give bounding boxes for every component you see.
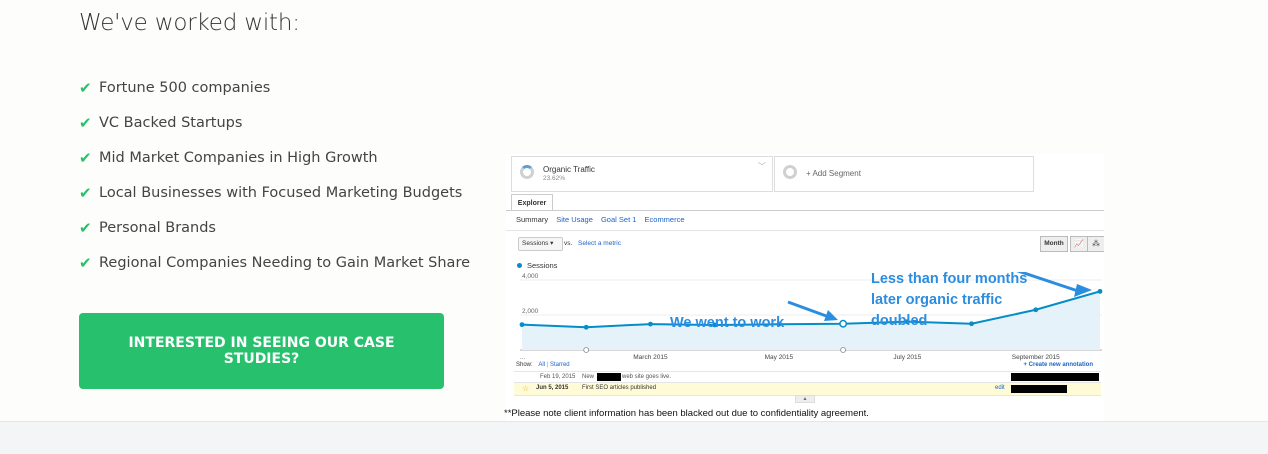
- checkmark-icon: ✔: [79, 218, 92, 237]
- segment-title: Organic Traffic: [543, 165, 595, 174]
- x-tick-label: March 2015: [633, 354, 668, 361]
- x-tick-ellipsis: ...: [520, 355, 525, 361]
- segment-percent: 23.62%: [543, 175, 566, 182]
- data-point: [839, 319, 848, 328]
- divider: [506, 230, 1104, 231]
- list-item: ✔ Personal Brands: [79, 210, 470, 245]
- list-item: ✔ Regional Companies Needing to Gain Mark…: [79, 245, 470, 280]
- vs-label: vs.: [564, 240, 573, 247]
- analytics-screenshot: Organic Traffic 23.62% ﹀ + Add Segment E…: [506, 154, 1104, 421]
- list-item-label: Personal Brands: [99, 219, 216, 236]
- segment-ring-icon: [783, 165, 797, 179]
- legend-label: Sessions: [527, 261, 558, 270]
- show-starred-link: Starred: [549, 362, 570, 368]
- subtab-site-usage: Site Usage: [556, 215, 593, 224]
- redacted-block: [1011, 373, 1099, 381]
- annotation-date: Feb 19, 2015: [540, 374, 576, 380]
- checkmark-icon: ✔: [79, 113, 92, 132]
- annotation-marker: [583, 347, 590, 353]
- list-item: ✔ Mid Market Companies in High Growth: [79, 140, 470, 175]
- tab-explorer: Explorer: [511, 194, 553, 211]
- subtab-ecommerce: Ecommerce: [644, 215, 685, 224]
- x-tick-label: May 2015: [765, 354, 794, 361]
- annotation-result-line2: later organic traffic: [871, 292, 1002, 308]
- sessions-area: [522, 291, 1100, 350]
- collapse-handle-icon: ▲: [795, 395, 815, 403]
- checkmark-icon: ✔: [79, 78, 92, 97]
- checkmark-icon: ✔: [79, 148, 92, 167]
- data-point: [519, 322, 525, 328]
- subtab-summary: Summary: [516, 215, 549, 224]
- explorer-subtabs: Summary Site Usage Goal Set 1 Ecommerce: [516, 215, 691, 224]
- list-item-label: Local Businesses with Focused Marketing …: [99, 184, 463, 201]
- show-label: Show:: [516, 362, 533, 368]
- segment-add: + Add Segment: [774, 156, 1034, 192]
- select-metric-link: Select a metric: [578, 240, 621, 247]
- annotation-date: Jun 5, 2015: [536, 385, 569, 391]
- star-icon: ☆: [522, 384, 530, 393]
- footer-band: [0, 421, 1268, 454]
- data-point: [1097, 288, 1103, 294]
- y-axis-ticks: 4,000 2,000: [522, 273, 539, 315]
- x-tick-label: September 2015: [1012, 354, 1060, 361]
- segment-organic-traffic: Organic Traffic 23.62% ﹀: [511, 156, 773, 192]
- annotation-result-line3: doubled: [871, 313, 927, 329]
- x-axis-ticks: March 2015 May 2015 July 2015 September 201…: [520, 354, 1060, 361]
- checkmark-icon: ✔: [79, 183, 92, 202]
- data-point: [583, 324, 589, 330]
- add-segment-label: + Add Segment: [806, 169, 861, 178]
- data-point: [969, 321, 974, 327]
- month-button: Month: [1040, 236, 1068, 252]
- annotation-text-post: web site goes live.: [622, 374, 672, 380]
- redacted-block: [597, 373, 621, 381]
- case-studies-button[interactable]: INTERESTED IN SEEING OUR CASE STUDIES?: [79, 313, 444, 389]
- annotation-we-went-to-work: We went to work: [670, 315, 785, 331]
- data-point: [1033, 307, 1039, 313]
- y-tick-label: 4,000: [522, 273, 539, 280]
- line-chart-icon: 📈: [1070, 236, 1088, 252]
- list-item-label: Mid Market Companies in High Growth: [99, 149, 378, 166]
- chevron-down-icon: ﹀: [758, 162, 766, 171]
- legend-dot: [517, 263, 522, 268]
- list-item: ✔ Local Businesses with Focused Marketing…: [79, 175, 470, 210]
- section-heading: We've worked with:: [79, 10, 300, 36]
- list-item-label: VC Backed Startups: [99, 114, 243, 131]
- annotation-text-pre: New: [582, 374, 595, 380]
- annotation-marker: [840, 347, 847, 353]
- subtab-goal-set: Goal Set 1: [600, 215, 637, 224]
- data-point: [648, 321, 653, 327]
- annotation-text: First SEO articles published: [582, 385, 657, 391]
- show-all-link: All: [538, 362, 546, 368]
- segment-ring-icon: [520, 165, 534, 179]
- annotation-row-highlighted: ☆ Jun 5, 2015 First SEO articles publish…: [514, 382, 1101, 396]
- annotation-edit-link: edit: [995, 385, 1005, 391]
- client-type-list: ✔ Fortune 500 companies ✔ VC Backed Startu…: [79, 70, 470, 280]
- list-item: ✔ Fortune 500 companies: [79, 70, 470, 105]
- metric-select: Sessions ▾: [518, 237, 563, 251]
- annotation-result-line1: Less than four months: [871, 272, 1027, 287]
- divider: [506, 210, 1104, 211]
- list-item-label: Regional Companies Needing to Gain Marke…: [99, 254, 471, 271]
- list-item: ✔ VC Backed Startups: [79, 105, 470, 140]
- create-annotation-link: + Create new annotation: [1023, 362, 1093, 368]
- redacted-block: [1011, 385, 1067, 393]
- list-item-label: Fortune 500 companies: [99, 79, 271, 96]
- y-tick-label: 2,000: [522, 308, 539, 315]
- confidentiality-note: **Please note client information has bee…: [504, 408, 869, 419]
- checkmark-icon: ✔: [79, 253, 92, 272]
- x-tick-label: July 2015: [893, 354, 921, 361]
- metric-select-value: Sessions: [522, 240, 549, 247]
- motion-chart-icon: ⁂: [1087, 236, 1104, 252]
